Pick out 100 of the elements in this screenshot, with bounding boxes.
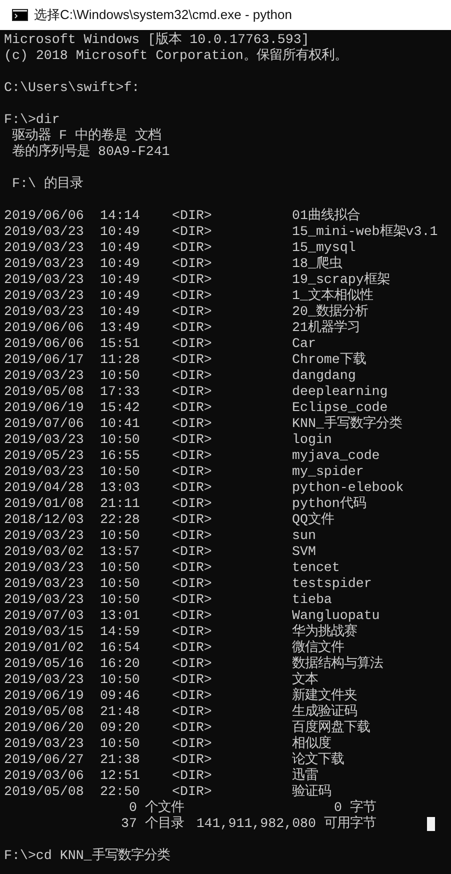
entry-date: 2019/06/17	[4, 352, 85, 368]
entry-name: 19_scrapy框架	[292, 272, 390, 288]
entry-time: 12:51	[100, 768, 141, 784]
entry-type: <DIR>	[172, 272, 213, 288]
entry-type: <DIR>	[172, 736, 213, 752]
entry-date: 2019/06/20	[4, 720, 85, 736]
entry-date: 2019/03/23	[4, 672, 85, 688]
entry-date: 2019/03/23	[4, 528, 85, 544]
entry-time: 10:50	[100, 736, 141, 752]
entry-date: 2018/12/03	[4, 512, 85, 528]
entry-date: 2019/03/02	[4, 544, 85, 560]
entry-date: 2019/06/19	[4, 688, 85, 704]
entry-date: 2019/03/23	[4, 576, 85, 592]
entry-date: 2019/04/28	[4, 480, 85, 496]
entry-time: 09:46	[100, 688, 141, 704]
console-icon	[12, 9, 28, 21]
entry-time: 10:50	[100, 560, 141, 576]
entry-name: 20_数据分析	[292, 304, 368, 320]
entry-type: <DIR>	[172, 432, 213, 448]
entry-type: <DIR>	[172, 288, 213, 304]
entry-date: 2019/07/03	[4, 608, 85, 624]
entry-type: <DIR>	[172, 416, 213, 432]
entry-date: 2019/03/23	[4, 464, 85, 480]
entry-date: 2019/05/08	[4, 784, 85, 800]
entry-time: 13:49	[100, 320, 141, 336]
summary-size: 141,911,982,080 可用字节	[195, 816, 376, 832]
entry-name: 15_mysql	[292, 240, 356, 256]
entry-name: 数据结构与算法	[292, 656, 383, 672]
entry-date: 2019/03/23	[4, 592, 85, 608]
summary-count: 0 个文件	[128, 800, 184, 816]
entry-name: login	[292, 432, 332, 448]
entry-name: 验证码	[292, 784, 331, 800]
entry-time: 13:01	[100, 608, 141, 624]
entry-name: SVM	[292, 544, 316, 560]
entry-date: 2019/03/23	[4, 240, 85, 256]
entry-time: 21:11	[100, 496, 141, 512]
console-line: 驱动器 F 中的卷是 文档	[10, 128, 161, 144]
entry-time: 10:50	[100, 672, 141, 688]
console-line: C:\Users\swift>f:	[4, 80, 140, 96]
entry-date: 2019/05/08	[4, 704, 85, 720]
entry-name: deeplearning	[292, 384, 388, 400]
entry-time: 10:49	[100, 256, 141, 272]
entry-date: 2019/03/23	[4, 432, 85, 448]
summary-size: 0 字节	[333, 800, 376, 816]
console-line: F:\>dir	[4, 112, 60, 128]
entry-date: 2019/05/16	[4, 656, 85, 672]
entry-name: 01曲线拟合	[292, 208, 360, 224]
entry-name: 1_文本相似性	[292, 288, 373, 304]
entry-name: 文本	[292, 672, 318, 688]
entry-name: python-elebook	[292, 480, 404, 496]
entry-type: <DIR>	[172, 768, 213, 784]
console-line: Microsoft Windows [版本 10.0.17763.593]	[4, 32, 310, 48]
entry-name: KNN_手写数字分类	[292, 416, 402, 432]
entry-type: <DIR>	[172, 560, 213, 576]
entry-type: <DIR>	[172, 512, 213, 528]
entry-date: 2019/05/23	[4, 448, 85, 464]
entry-name: 18_爬虫	[292, 256, 342, 272]
entry-type: <DIR>	[172, 784, 213, 800]
entry-type: <DIR>	[172, 752, 213, 768]
entry-date: 2019/06/27	[4, 752, 85, 768]
window-title: 选择C:\Windows\system32\cmd.exe - python	[34, 6, 292, 24]
entry-type: <DIR>	[172, 240, 213, 256]
entry-type: <DIR>	[172, 592, 213, 608]
entry-type: <DIR>	[172, 656, 213, 672]
entry-name: Chrome下载	[292, 352, 366, 368]
entry-time: 10:50	[100, 464, 141, 480]
entry-type: <DIR>	[172, 464, 213, 480]
entry-time: 22:50	[100, 784, 141, 800]
entry-type: <DIR>	[172, 688, 213, 704]
entry-time: 10:50	[100, 368, 141, 384]
entry-type: <DIR>	[172, 640, 213, 656]
entry-name: 相似度	[292, 736, 331, 752]
entry-time: 10:49	[100, 288, 141, 304]
entry-type: <DIR>	[172, 352, 213, 368]
console-line: F:\ 的目录	[10, 176, 83, 192]
entry-name: 微信文件	[292, 640, 344, 656]
entry-name: dangdang	[292, 368, 356, 384]
entry-name: python代码	[292, 496, 366, 512]
entry-name: 华为挑战赛	[292, 624, 357, 640]
entry-time: 11:28	[100, 352, 141, 368]
entry-type: <DIR>	[172, 208, 213, 224]
entry-date: 2019/01/02	[4, 640, 85, 656]
entry-name: testspider	[292, 576, 372, 592]
entry-type: <DIR>	[172, 624, 213, 640]
entry-type: <DIR>	[172, 304, 213, 320]
entry-time: 16:54	[100, 640, 141, 656]
entry-time: 21:48	[100, 704, 141, 720]
entry-type: <DIR>	[172, 528, 213, 544]
entry-date: 2019/01/08	[4, 496, 85, 512]
entry-date: 2019/03/06	[4, 768, 85, 784]
entry-time: 17:33	[100, 384, 141, 400]
entry-date: 2019/03/23	[4, 304, 85, 320]
entry-type: <DIR>	[172, 496, 213, 512]
entry-date: 2019/03/23	[4, 272, 85, 288]
entry-type: <DIR>	[172, 704, 213, 720]
entry-type: <DIR>	[172, 384, 213, 400]
entry-type: <DIR>	[172, 480, 213, 496]
entry-time: 15:42	[100, 400, 141, 416]
entry-name: sun	[292, 528, 316, 544]
entry-time: 14:14	[100, 208, 141, 224]
